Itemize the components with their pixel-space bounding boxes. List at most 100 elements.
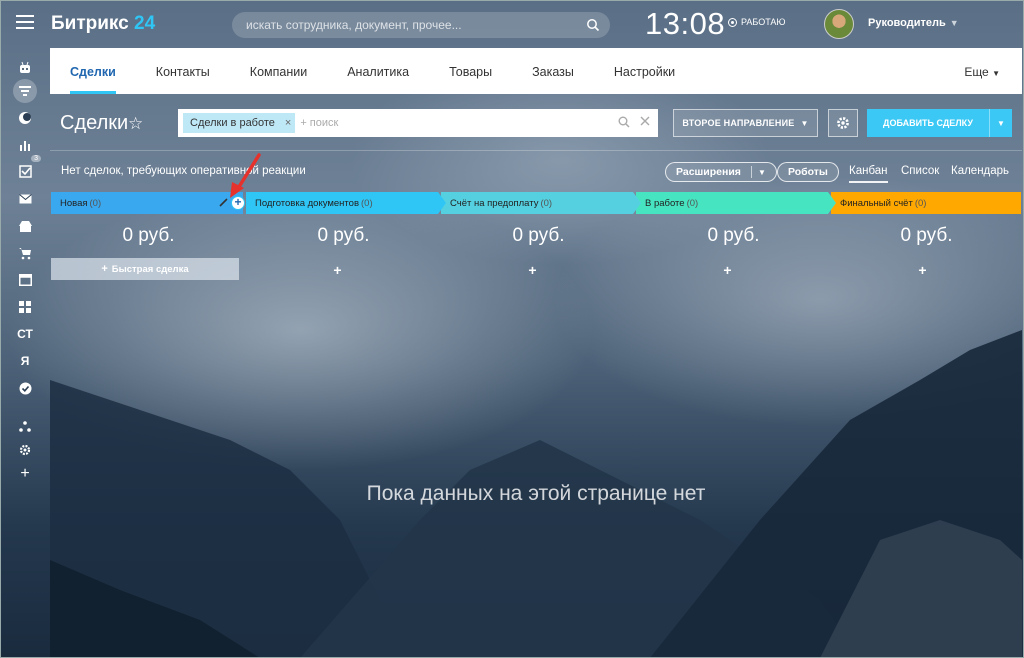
check-circle-icon[interactable]	[13, 376, 37, 400]
stage-name: Новая	[60, 197, 88, 209]
work-status[interactable]: РАБОТАЮ	[728, 17, 786, 27]
tab-products[interactable]: Товары	[449, 48, 492, 94]
user-name: Руководитель	[868, 17, 946, 29]
plus-icon[interactable]: +	[13, 462, 37, 486]
filter-search-input[interactable]: Сделки в работе × + поиск	[178, 109, 658, 137]
filter-tag-label: Сделки в работе	[190, 117, 275, 129]
stage-count: (0)	[686, 197, 699, 209]
filter-tag[interactable]: Сделки в работе ×	[183, 113, 296, 133]
structure-icon[interactable]	[13, 414, 37, 438]
star-icon[interactable]: ☆	[128, 114, 143, 134]
notice-text: Нет сделок, требующих оперативной реакци…	[61, 165, 306, 177]
view-calendar[interactable]: Календарь	[951, 165, 1009, 177]
more-label: Еще	[964, 65, 989, 79]
left-sidebar: 3 СТ Я +	[0, 48, 50, 658]
filter-icon[interactable]	[13, 79, 37, 103]
extensions-label: Расширения	[676, 166, 741, 178]
shop-icon[interactable]	[13, 214, 37, 238]
clear-icon[interactable]	[640, 116, 650, 126]
view-kanban[interactable]: Канбан	[849, 165, 888, 183]
crm-nav-bar: Сделки Контакты Компании Аналитика Товар…	[50, 48, 1022, 94]
gear-icon[interactable]	[13, 438, 37, 462]
tab-contacts[interactable]: Контакты	[156, 48, 210, 94]
stage-arrow	[828, 192, 836, 214]
apps-icon[interactable]	[13, 295, 37, 319]
sidebar-item-ya[interactable]: Я	[13, 349, 37, 373]
menu-icon[interactable]	[16, 15, 34, 31]
stage-count: (0)	[361, 197, 373, 209]
top-bar: Битрикс 24 искать сотрудника, документ, …	[0, 0, 1024, 48]
avatar[interactable]	[824, 9, 854, 39]
quick-deal-button[interactable]: + Быстрая сделка	[51, 258, 239, 280]
stage-header[interactable]: В работе (0)	[636, 192, 836, 214]
tab-orders[interactable]: Заказы	[532, 48, 574, 94]
plus-icon: +	[101, 263, 108, 275]
gear-icon	[837, 117, 849, 129]
stage-sum: 0 руб.	[512, 225, 565, 246]
extensions-button[interactable]: Расширения ▼	[665, 162, 777, 182]
stage-header[interactable]: Подготовка документов (0)	[246, 192, 446, 214]
robot-icon[interactable]	[13, 56, 37, 80]
add-deal-plus[interactable]: +	[240, 262, 435, 278]
tab-deals[interactable]: Сделки	[70, 48, 116, 94]
logo-text: Битрикс	[51, 13, 129, 34]
mail-icon[interactable]	[13, 187, 37, 211]
stage-arrow	[633, 192, 641, 214]
pipeline-direction-button[interactable]: ВТОРОЕ НАПРАВЛЕНИЕ ▼	[673, 109, 818, 137]
stage-sum: 0 руб.	[122, 225, 175, 246]
add-deal-plus[interactable]: +	[825, 262, 1020, 278]
tab-companies[interactable]: Компании	[250, 48, 307, 94]
stage-sum: 0 руб.	[900, 225, 953, 246]
stage-header[interactable]: Счёт на предоплату (0)	[441, 192, 641, 214]
user-menu[interactable]: Руководитель ▼	[868, 17, 959, 29]
work-status-label: РАБОТАЮ	[741, 17, 786, 27]
chevron-down-icon: ▼	[757, 167, 766, 177]
stage-name: Счёт на предоплату	[450, 197, 539, 209]
tasks-icon[interactable]: 3	[13, 155, 41, 183]
search-icon[interactable]	[586, 18, 600, 32]
search-icon[interactable]	[618, 116, 630, 128]
red-pointer-arrow	[230, 153, 261, 198]
chevron-down-icon: ▼	[800, 118, 809, 128]
stage-name: Подготовка документов	[255, 197, 360, 209]
stage-header[interactable]: Новая (0)	[51, 192, 243, 214]
bar-chart-icon[interactable]	[13, 133, 37, 157]
settings-button[interactable]	[828, 109, 858, 137]
more-menu[interactable]: Еще ▼	[964, 48, 1000, 98]
stage-sum: 0 руб.	[317, 225, 370, 246]
moon-icon[interactable]	[13, 106, 37, 130]
logo[interactable]: Битрикс 24	[51, 13, 155, 35]
clock: 13:08	[645, 6, 726, 41]
cart-icon[interactable]	[13, 241, 37, 265]
stage-count: (0)	[89, 197, 102, 209]
tab-analytics[interactable]: Аналитика	[347, 48, 409, 94]
stage-count: (0)	[540, 197, 553, 209]
add-deal-plus[interactable]: +	[630, 262, 825, 278]
sidebar-item-st[interactable]: СТ	[13, 322, 37, 346]
close-icon[interactable]: ×	[285, 117, 291, 129]
stage-count: (0)	[914, 197, 927, 209]
view-list[interactable]: Список	[901, 165, 939, 177]
chevron-down-icon: ▼	[949, 18, 959, 28]
add-deal-plus[interactable]: +	[435, 262, 630, 278]
robots-button[interactable]: Роботы	[777, 162, 839, 182]
page-title: Сделки	[60, 112, 129, 134]
quick-deal-label: Быстрая сделка	[111, 263, 189, 275]
add-deal-dropdown[interactable]: ▼	[989, 109, 1012, 137]
window-icon[interactable]	[13, 268, 37, 292]
stage-header[interactable]: Финальный счёт (0)	[831, 192, 1021, 214]
stage-arrow	[438, 192, 446, 214]
tasks-badge: 3	[31, 155, 41, 162]
divider	[50, 150, 1022, 151]
logo-number: 24	[134, 13, 156, 34]
tab-settings[interactable]: Настройки	[614, 48, 675, 94]
filter-placeholder: + поиск	[300, 117, 339, 129]
add-deal-button[interactable]: ДОБАВИТЬ СДЕЛКУ	[867, 109, 989, 137]
global-search-input[interactable]: искать сотрудника, документ, прочее...	[232, 12, 610, 38]
empty-state-text: Пока данных на этой странице нет	[366, 482, 706, 505]
search-placeholder: искать сотрудника, документ, прочее...	[246, 18, 462, 32]
stage-sum: 0 руб.	[707, 225, 760, 246]
stage-name: В работе	[645, 197, 685, 209]
mountains-image	[50, 330, 1022, 658]
record-icon	[728, 17, 737, 27]
